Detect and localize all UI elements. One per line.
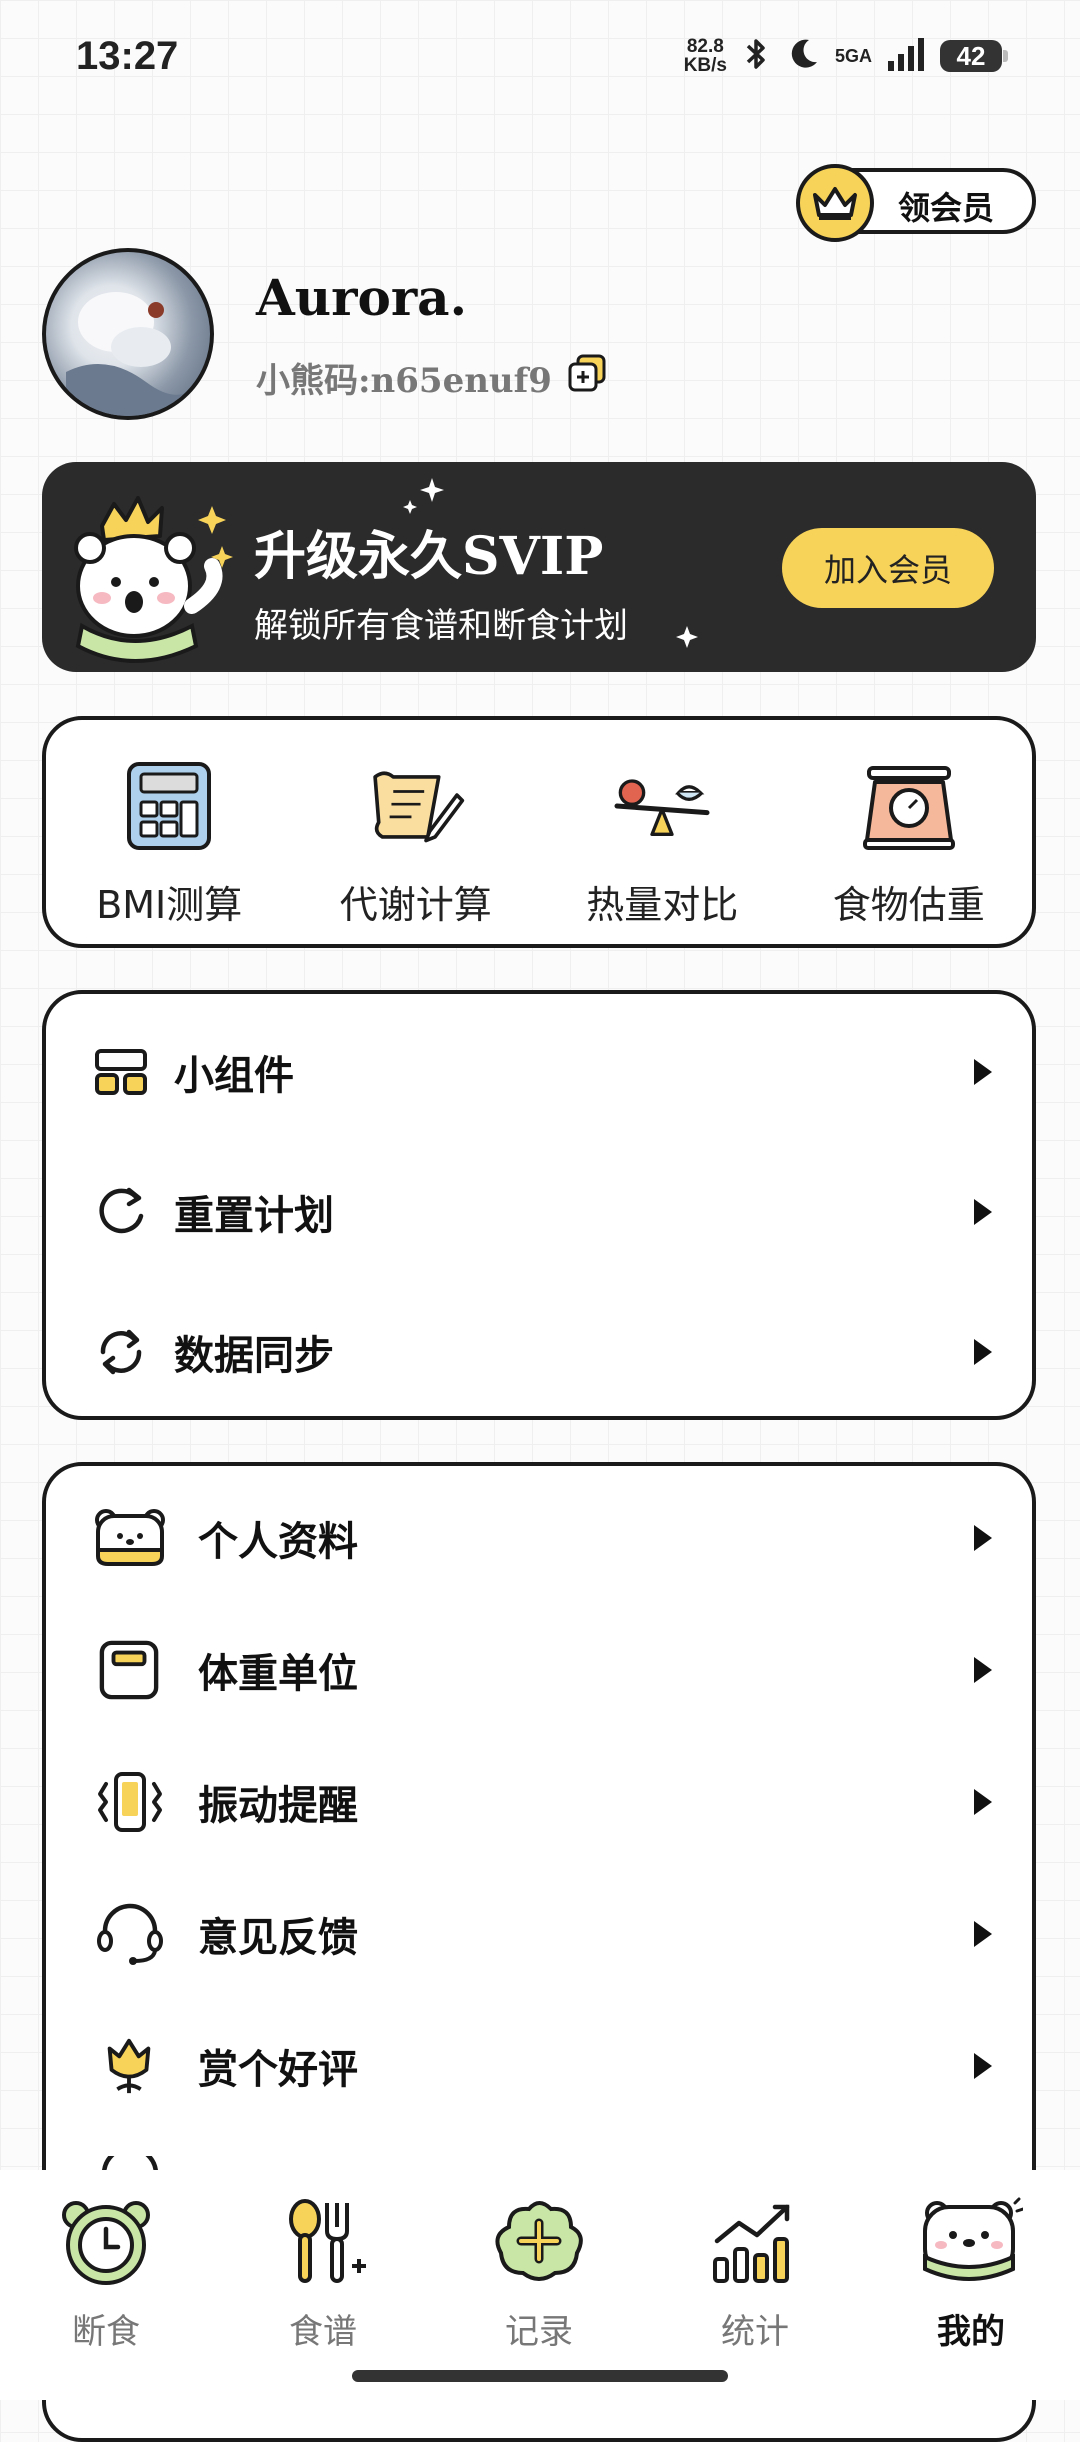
chevron-right-icon (974, 1657, 992, 1683)
tools-card: BMI测算 代谢计算 热量对比 食物估重 (42, 716, 1036, 948)
weight-unit-icon (98, 1639, 160, 1701)
chevron-right-icon (974, 2053, 992, 2079)
join-membership-button[interactable]: 加入会员 (782, 528, 994, 608)
tab-recipes[interactable]: 食谱 (248, 2194, 398, 2353)
tab-bar: 断食 食谱 记录 统计 我的 (0, 2170, 1080, 2400)
scroll-pen-icon (366, 758, 466, 854)
menu-item-profile[interactable]: 个人资料 (46, 1488, 1032, 1588)
menu-item-label: 振动提醒 (198, 1782, 358, 1829)
status-time: 13:27 (76, 34, 179, 78)
get-membership-button[interactable]: 领会员 (796, 164, 1036, 242)
tool-metabolism[interactable]: 代谢计算 (306, 758, 526, 929)
flower-icon (98, 2035, 160, 2097)
menu-group-1: 小组件 重置计划 数据同步 (42, 990, 1036, 1420)
avatar[interactable] (42, 248, 214, 420)
signal-icon (886, 37, 926, 75)
menu-item-label: 个人资料 (198, 1518, 358, 1565)
menu-item-label: 体重单位 (198, 1650, 358, 1697)
moon-icon (785, 36, 821, 76)
sparkle-icon (676, 626, 698, 648)
user-code: 小熊码:n65enuf9 (256, 352, 608, 403)
headset-icon (94, 1903, 166, 1965)
reset-icon (90, 1181, 152, 1243)
vibrate-icon (94, 1771, 166, 1833)
bear-profile-icon (90, 1507, 170, 1569)
menu-item-data-sync[interactable]: 数据同步 (46, 1302, 1032, 1402)
tab-stats[interactable]: 统计 (680, 2194, 830, 2353)
chevron-right-icon (974, 1059, 992, 1085)
chevron-right-icon (974, 1199, 992, 1225)
tab-label: 统计 (721, 2312, 789, 2352)
svip-banner[interactable]: 升级永久SVIP 解锁所有食谱和断食计划 加入会员 (42, 462, 1036, 672)
tool-calorie-compare[interactable]: 热量对比 (552, 758, 772, 929)
tab-fasting[interactable]: 断食 (31, 2194, 181, 2353)
username: Aurora. (256, 268, 467, 327)
user-code-text: 小熊码:n65enuf9 (256, 361, 552, 401)
menu-item-feedback[interactable]: 意见反馈 (46, 1884, 1032, 1984)
bear-face-icon (916, 2194, 1026, 2290)
chevron-right-icon (974, 1921, 992, 1947)
tab-label: 断食 (72, 2312, 140, 2352)
tab-record[interactable]: 记录 (464, 2194, 614, 2353)
plus-cloud-icon (484, 2194, 594, 2290)
status-icons: 82.8 KB/s 5GA 42 (683, 36, 1008, 76)
tool-bmi[interactable]: BMI测算 (59, 758, 279, 929)
calculator-icon (119, 758, 219, 854)
kitchen-scale-icon (859, 758, 959, 854)
menu-item-vibration[interactable]: 振动提醒 (46, 1752, 1032, 1852)
copy-icon[interactable] (566, 352, 608, 403)
network-type: 5GA (834, 46, 872, 66)
menu-item-weight-unit[interactable]: 体重单位 (46, 1620, 1032, 1720)
bluetooth-icon (741, 36, 771, 76)
menu-item-label: 小组件 (174, 1052, 294, 1099)
clock-bear-icon (51, 2194, 161, 2290)
menu-item-widget[interactable]: 小组件 (46, 1022, 1032, 1122)
banner-title: 升级永久SVIP (254, 526, 604, 587)
tool-label: BMI测算 (96, 883, 243, 927)
menu-item-label: 数据同步 (174, 1332, 334, 1379)
get-membership-label: 领会员 (898, 189, 995, 227)
menu-item-label: 赏个好评 (198, 2046, 358, 2093)
home-indicator[interactable] (352, 2370, 728, 2382)
tool-label: 食物估重 (832, 883, 985, 927)
menu-item-reset-plan[interactable]: 重置计划 (46, 1162, 1032, 1262)
bear-mascot-icon (74, 496, 233, 663)
balance-scale-icon (612, 758, 712, 854)
chevron-right-icon (974, 1339, 992, 1365)
widget-icon (90, 1041, 152, 1103)
menu-item-rate[interactable]: 赏个好评 (46, 2016, 1032, 2116)
chevron-right-icon (974, 1789, 992, 1815)
tool-label: 热量对比 (586, 883, 739, 927)
spoon-fork-icon (268, 2194, 378, 2290)
tab-label: 食谱 (289, 2312, 357, 2352)
tab-mine[interactable]: 我的 (896, 2194, 1046, 2353)
menu-item-label: 意见反馈 (198, 1914, 358, 1961)
menu-item-label: 重置计划 (174, 1192, 334, 1239)
tool-label: 代谢计算 (339, 883, 492, 927)
battery-indicator: 42 (940, 40, 1008, 72)
network-speed: 82.8 KB/s (683, 36, 727, 76)
chart-icon (700, 2194, 810, 2290)
crown-icon (796, 164, 874, 242)
tab-label: 我的 (937, 2312, 1005, 2352)
tab-label: 记录 (505, 2312, 573, 2352)
tool-food-weight[interactable]: 食物估重 (799, 758, 1019, 929)
chevron-right-icon (974, 1525, 992, 1551)
banner-subtitle: 解锁所有食谱和断食计划 (254, 606, 628, 646)
sync-icon (90, 1321, 152, 1383)
